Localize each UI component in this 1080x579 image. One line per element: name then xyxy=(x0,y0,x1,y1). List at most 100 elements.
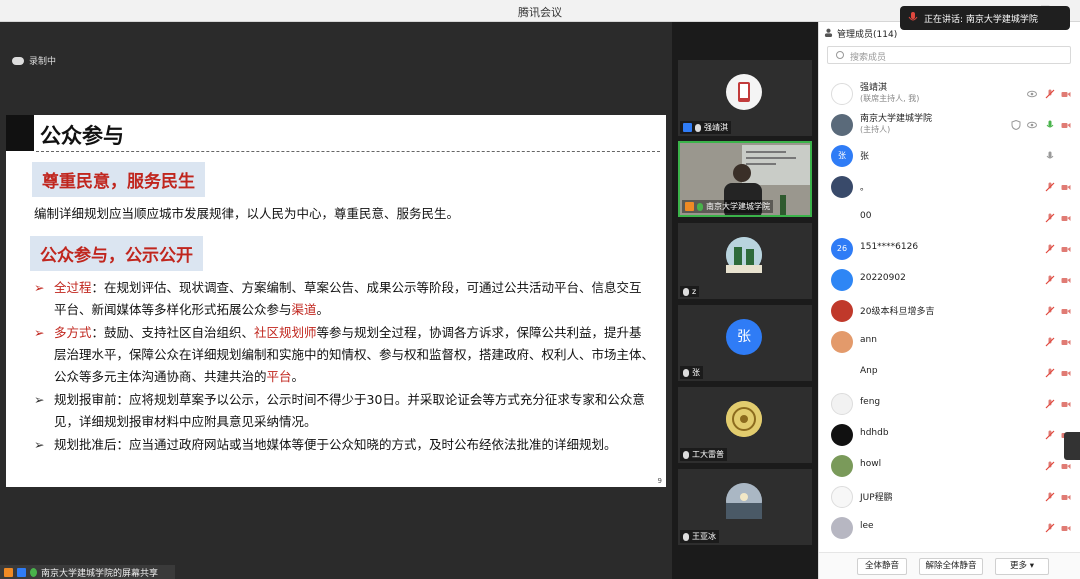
mic-muted-icon[interactable] xyxy=(1045,306,1055,316)
camera-off-icon[interactable] xyxy=(1061,275,1071,285)
mic-muted-icon[interactable] xyxy=(1045,492,1055,502)
mic-muted-icon[interactable] xyxy=(1045,213,1055,223)
avatar xyxy=(831,393,853,415)
avatar xyxy=(831,424,853,446)
unmute-all-button[interactable]: 解除全体静音 xyxy=(919,558,983,575)
member-name: 南京大学建城学院 xyxy=(860,114,933,124)
avatar: 26 xyxy=(831,238,853,260)
member-name: 强靖淇 xyxy=(860,83,888,93)
mic-muted-icon xyxy=(683,532,689,541)
mic-icon[interactable] xyxy=(1045,151,1055,161)
camera-off-icon[interactable] xyxy=(1061,89,1071,99)
avatar xyxy=(726,237,762,273)
shield-icon[interactable] xyxy=(1011,120,1021,130)
avatar xyxy=(831,114,853,136)
avatar xyxy=(726,483,762,519)
avatar xyxy=(831,331,853,353)
arrow-bullet-icon: ➢ xyxy=(34,437,45,452)
section-heading-participation: 公众参与，公示公开 xyxy=(30,236,203,271)
video-tile[interactable]: 王亚冰 xyxy=(678,469,812,545)
member-row[interactable]: 20220902 xyxy=(819,264,1080,295)
video-tile-active[interactable]: 南京大学建城学院 xyxy=(678,141,812,217)
tile-label: 南京大学建城学院 xyxy=(682,200,773,213)
member-row[interactable]: 。 xyxy=(819,171,1080,202)
mic-muted-icon[interactable] xyxy=(1045,399,1055,409)
member-row[interactable]: 张张 xyxy=(819,140,1080,171)
camera-off-icon[interactable] xyxy=(1061,182,1071,192)
member-row[interactable]: 20级本科旦增多吉 xyxy=(819,295,1080,326)
panel-footer: 全体静音 解除全体静音 更多 ▾ xyxy=(819,552,1080,579)
user-icon xyxy=(4,567,13,577)
member-name: feng xyxy=(860,397,881,407)
more-button[interactable]: 更多 ▾ xyxy=(995,558,1049,575)
tile-label: z xyxy=(680,286,700,297)
camera-off-icon[interactable] xyxy=(1061,368,1071,378)
person-icon xyxy=(824,28,833,37)
screen-share-label: 南京大学建城学院的屏幕共享 xyxy=(41,568,159,579)
screen-share-area: 录制中 公众参与 尊重民意，服务民生 编制详细规划应当顺应城市发展规律，以人民为… xyxy=(0,22,672,579)
member-row[interactable]: Anp xyxy=(819,357,1080,388)
mic-muted-icon[interactable] xyxy=(1045,430,1055,440)
camera-off-icon[interactable] xyxy=(1061,461,1071,471)
member-row[interactable]: JUP程鹏 xyxy=(819,481,1080,512)
arrow-bullet-icon: ➢ xyxy=(34,325,45,340)
avatar xyxy=(831,176,853,198)
tile-label: 王亚冰 xyxy=(680,530,719,543)
mic-muted-icon[interactable] xyxy=(1045,461,1055,471)
avatar: 张 xyxy=(831,145,853,167)
member-row[interactable]: lee xyxy=(819,512,1080,543)
camera-off-icon[interactable] xyxy=(1061,306,1071,316)
mute-all-button[interactable]: 全体静音 xyxy=(857,558,907,575)
video-tile[interactable]: 张 张 xyxy=(678,305,812,381)
mic-muted-icon[interactable] xyxy=(1045,523,1055,533)
avatar xyxy=(831,269,853,291)
screen-share-bar[interactable]: 南京大学建城学院的屏幕共享 xyxy=(0,565,175,579)
camera-off-icon[interactable] xyxy=(1061,523,1071,533)
member-row[interactable]: 26 151****6126 xyxy=(819,233,1080,264)
mic-muted-icon[interactable] xyxy=(1045,89,1055,99)
mic-icon xyxy=(30,567,37,577)
mic-active-icon[interactable] xyxy=(1045,120,1055,130)
recording-indicator[interactable]: 录制中 xyxy=(12,54,56,67)
camera-off-icon[interactable] xyxy=(1061,337,1071,347)
mic-active-icon xyxy=(697,202,703,211)
camera-off-icon[interactable] xyxy=(1061,399,1071,409)
member-search-input[interactable]: 搜索成员 xyxy=(827,46,1071,64)
member-row[interactable]: 南京大学建城学院 (主持人) xyxy=(819,109,1080,140)
mic-muted-icon xyxy=(695,123,701,132)
mic-muted-icon[interactable] xyxy=(1045,337,1055,347)
camera-off-icon[interactable] xyxy=(1061,492,1071,502)
camera-off-icon[interactable] xyxy=(1061,213,1071,223)
mic-muted-icon[interactable] xyxy=(1045,244,1055,254)
member-name: 。 xyxy=(860,183,870,193)
eye-icon[interactable] xyxy=(1027,120,1037,130)
slide-title: 公众参与 xyxy=(40,123,124,148)
member-row[interactable]: ann xyxy=(819,326,1080,357)
mic-muted-icon[interactable] xyxy=(1045,182,1055,192)
video-tile[interactable]: 强靖淇 xyxy=(678,60,812,136)
video-tile[interactable]: z xyxy=(678,223,812,299)
avatar xyxy=(831,486,853,508)
paragraph-respect: 编制详细规划应当顺应城市发展规律，以人民为中心，尊重民意、服务民生。 xyxy=(34,206,460,221)
camera-off-icon[interactable] xyxy=(1061,244,1071,254)
bullet-before-review: ➢ 规划报审前：应将规划草案予以公示，公示时间不得少于30日。并采取论证会等方式… xyxy=(34,389,654,433)
avatar xyxy=(831,455,853,477)
member-row[interactable]: howl xyxy=(819,450,1080,481)
member-row[interactable]: hdhdb xyxy=(819,419,1080,450)
tile-label: 强靖淇 xyxy=(680,121,731,134)
member-role: (主持人) xyxy=(860,125,891,134)
mic-muted-icon[interactable] xyxy=(1045,368,1055,378)
member-row[interactable]: 强靖淇 (联席主持人, 我) xyxy=(819,78,1080,109)
mic-muted-icon xyxy=(683,287,689,296)
shared-slide: 公众参与 尊重民意，服务民生 编制详细规划应当顺应城市发展规律，以人民为中心，尊… xyxy=(6,115,666,487)
camera-off-icon[interactable] xyxy=(1061,120,1071,130)
member-row[interactable]: 00 xyxy=(819,202,1080,233)
floating-side-button[interactable] xyxy=(1064,432,1080,460)
member-name: 20220902 xyxy=(860,273,906,283)
mic-icon xyxy=(908,12,918,21)
member-row[interactable]: feng xyxy=(819,388,1080,419)
eye-icon[interactable] xyxy=(1027,89,1037,99)
video-tile[interactable]: 工大雷普 xyxy=(678,387,812,463)
mic-muted-icon[interactable] xyxy=(1045,275,1055,285)
mic-muted-icon xyxy=(683,450,689,459)
